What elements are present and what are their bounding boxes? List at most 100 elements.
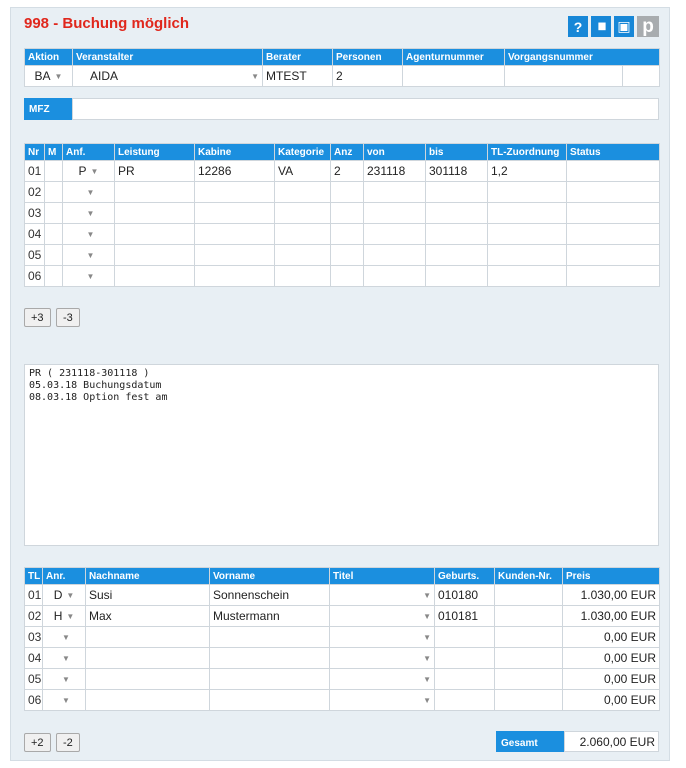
leistung-field[interactable] [114,244,195,266]
von-field[interactable] [363,265,426,287]
berater-field[interactable]: MTEST [262,65,333,87]
vorname-field[interactable]: Mustermann [209,605,330,627]
kabine-field[interactable] [194,265,275,287]
anz-field[interactable] [330,223,364,245]
binoculars-icon[interactable]: ▮▮ [591,16,611,37]
kunden-nr-field[interactable] [494,584,563,606]
anrede-select[interactable]: ▼ [42,647,86,669]
bis-field[interactable] [425,181,488,203]
kabine-field[interactable] [194,202,275,224]
anz-field[interactable] [330,202,364,224]
veranstalter-select[interactable]: AIDA ▼ [72,65,263,87]
help-icon[interactable]: ? [568,16,588,37]
anf-select[interactable]: ▼ [62,181,115,203]
leistung-field[interactable] [114,181,195,203]
tl-zuordnung-field[interactable]: 1,2 [487,160,567,182]
add-travelers-button[interactable]: +2 [24,733,51,752]
geburtsdatum-field[interactable] [434,689,495,711]
kabine-field[interactable]: 12286 [194,160,275,182]
remove-travelers-button[interactable]: -2 [56,733,80,752]
kategorie-field[interactable] [274,202,331,224]
von-field[interactable] [363,244,426,266]
leistung-field[interactable] [114,265,195,287]
nachname-field[interactable]: Max [85,605,210,627]
nachname-field[interactable] [85,668,210,690]
m-field[interactable] [44,202,63,224]
anrede-select[interactable]: H ▼ [42,605,86,627]
bis-field[interactable]: 301118 [425,160,488,182]
titel-select[interactable]: ▼ [329,668,435,690]
vorname-field[interactable] [209,647,330,669]
geburtsdatum-field[interactable] [434,668,495,690]
nachname-field[interactable] [85,647,210,669]
anz-field[interactable] [330,181,364,203]
nachname-field[interactable] [85,689,210,711]
personen-field[interactable]: 2 [332,65,403,87]
anf-select[interactable]: ▼ [62,244,115,266]
von-field[interactable] [363,181,426,203]
vorgangsnummer-extra-field[interactable] [622,65,660,87]
leistung-field[interactable]: PR [114,160,195,182]
vorname-field[interactable] [209,668,330,690]
von-field[interactable]: 231118 [363,160,426,182]
anf-select[interactable]: ▼ [62,202,115,224]
anrede-select[interactable]: D ▼ [42,584,86,606]
leistung-field[interactable] [114,202,195,224]
m-field[interactable] [44,181,63,203]
titel-select[interactable]: ▼ [329,605,435,627]
geburtsdatum-field[interactable] [434,626,495,648]
info-textarea[interactable]: PR ( 231118-301118 ) 05.03.18 Buchungsda… [24,364,659,546]
anz-field[interactable]: 2 [330,160,364,182]
kunden-nr-field[interactable] [494,605,563,627]
kategorie-field[interactable] [274,181,331,203]
kunden-nr-field[interactable] [494,647,563,669]
kunden-nr-field[interactable] [494,668,563,690]
aktion-select[interactable]: BA ▼ [24,65,73,87]
anrede-select[interactable]: ▼ [42,668,86,690]
kunden-nr-field[interactable] [494,689,563,711]
leistung-field[interactable] [114,223,195,245]
nachname-field[interactable]: Susi [85,584,210,606]
bis-field[interactable] [425,244,488,266]
p-logo-icon[interactable]: p [637,16,659,37]
save-icon[interactable]: ▣ [614,16,634,37]
kunden-nr-field[interactable] [494,626,563,648]
von-field[interactable] [363,202,426,224]
anf-select[interactable]: ▼ [62,223,115,245]
anrede-select[interactable]: ▼ [42,689,86,711]
m-field[interactable] [44,265,63,287]
remove-services-button[interactable]: -3 [56,308,80,327]
kabine-field[interactable] [194,181,275,203]
kategorie-field[interactable] [274,244,331,266]
anf-select[interactable]: ▼ [62,265,115,287]
bis-field[interactable] [425,223,488,245]
titel-select[interactable]: ▼ [329,626,435,648]
kabine-field[interactable] [194,223,275,245]
bis-field[interactable] [425,265,488,287]
tl-zuordnung-field[interactable] [487,223,567,245]
anz-field[interactable] [330,265,364,287]
tl-zuordnung-field[interactable] [487,265,567,287]
m-field[interactable] [44,244,63,266]
titel-select[interactable]: ▼ [329,647,435,669]
kategorie-field[interactable] [274,265,331,287]
bis-field[interactable] [425,202,488,224]
m-field[interactable] [44,223,63,245]
kategorie-field[interactable] [274,223,331,245]
geburtsdatum-field[interactable]: 010180 [434,584,495,606]
kategorie-field[interactable]: VA [274,160,331,182]
mfz-input[interactable] [72,98,659,120]
geburtsdatum-field[interactable]: 010181 [434,605,495,627]
vorname-field[interactable]: Sonnenschein [209,584,330,606]
von-field[interactable] [363,223,426,245]
kabine-field[interactable] [194,244,275,266]
titel-select[interactable]: ▼ [329,689,435,711]
titel-select[interactable]: ▼ [329,584,435,606]
vorname-field[interactable] [209,689,330,711]
vorgangsnummer-field[interactable] [504,65,623,87]
anf-select[interactable]: P ▼ [62,160,115,182]
anz-field[interactable] [330,244,364,266]
tl-zuordnung-field[interactable] [487,181,567,203]
anrede-select[interactable]: ▼ [42,626,86,648]
geburtsdatum-field[interactable] [434,647,495,669]
